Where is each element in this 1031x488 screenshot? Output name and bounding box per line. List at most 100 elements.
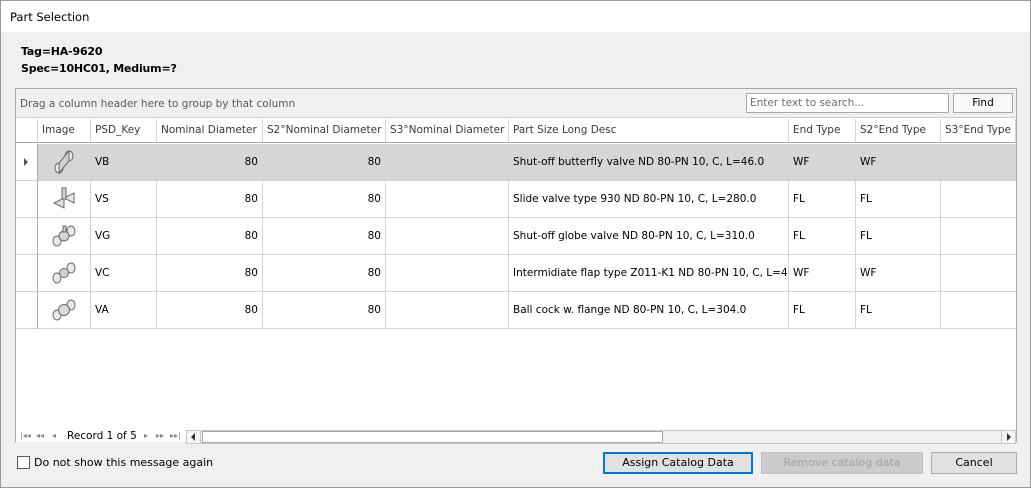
prev-record-icon[interactable]: ◂	[52, 430, 56, 442]
s2-end-type-cell: FL	[856, 218, 941, 255]
parts-grid: Drag a column header here to group by th…	[15, 88, 1017, 444]
next-page-icon[interactable]: ▸▸	[156, 430, 164, 442]
flap-valve-icon	[52, 262, 76, 284]
s2-nominal-diameter-cell: 80	[263, 255, 386, 292]
s3-nominal-diameter-cell	[386, 181, 509, 218]
column-header-psd-key[interactable]: PSD_Key	[91, 119, 157, 143]
tag-line: Tag=HA-9620	[21, 45, 103, 58]
group-panel[interactable]: Drag a column header here to group by th…	[16, 89, 1016, 118]
title-bar: Part Selection	[1, 1, 1030, 32]
ball-cock-icon	[52, 299, 76, 321]
end-type-cell: FL	[789, 181, 856, 218]
psd-key-cell: VG	[91, 218, 157, 255]
s2-end-type-cell: FL	[856, 292, 941, 329]
s3-end-type-cell	[941, 218, 1016, 255]
part-size-long-desc-cell: Shut-off globe valve ND 80-PN 10, C, L=3…	[509, 218, 789, 255]
last-record-icon[interactable]: ▸▸|	[170, 430, 181, 442]
psd-key-cell: VS	[91, 181, 157, 218]
current-row-arrow-icon	[24, 158, 28, 166]
next-record-icon[interactable]: ▸	[144, 430, 148, 442]
spec-line: Spec=10HC01, Medium=?	[21, 62, 177, 75]
s3-end-type-cell	[941, 181, 1016, 218]
part-size-long-desc-cell: Shut-off butterfly valve ND 80-PN 10, C,…	[509, 144, 789, 181]
butterfly-valve-icon	[54, 150, 74, 174]
search-input[interactable]	[746, 93, 949, 113]
nominal-diameter-cell: 80	[157, 292, 263, 329]
slide-valve-icon	[52, 187, 75, 209]
column-header-end-type[interactable]: End Type	[789, 119, 856, 143]
nominal-diameter-cell: 80	[157, 255, 263, 292]
horizontal-scrollbar[interactable]	[186, 430, 1016, 444]
psd-key-cell: VA	[91, 292, 157, 329]
s2-nominal-diameter-cell: 80	[263, 144, 386, 181]
part-size-long-desc-cell: Ball cock w. flange ND 80-PN 10, C, L=30…	[509, 292, 789, 329]
dialog-content: Tag=HA-9620 Spec=10HC01, Medium=? Drag a…	[1, 32, 1030, 487]
s2-nominal-diameter-cell: 80	[263, 218, 386, 255]
cancel-button[interactable]: Cancel	[931, 452, 1017, 474]
group-hint: Drag a column header here to group by th…	[20, 98, 296, 110]
record-counter: Record 1 of 5	[67, 430, 137, 442]
image-cell	[38, 255, 91, 292]
column-header-s2-end-type[interactable]: S2°End Type	[856, 119, 941, 143]
prev-page-icon[interactable]: ◂◂	[36, 430, 44, 442]
s2-nominal-diameter-cell: 80	[263, 292, 386, 329]
table-row[interactable]: VS 80 80 Slide valve type 930 ND 80-PN 1…	[16, 181, 1016, 218]
column-header-s3-nominal-diameter[interactable]: S3°Nominal Diameter	[386, 119, 509, 143]
s3-end-type-cell	[941, 144, 1016, 181]
scroll-left-icon	[191, 433, 195, 441]
scroll-thumb[interactable]	[202, 431, 663, 443]
remove-catalog-data-button[interactable]: Remove catalog data	[761, 452, 923, 474]
column-header-s2-nominal-diameter[interactable]: S2°Nominal Diameter	[263, 119, 386, 143]
nominal-diameter-cell: 80	[157, 218, 263, 255]
s3-nominal-diameter-cell	[386, 292, 509, 329]
s2-end-type-cell: FL	[856, 181, 941, 218]
image-cell	[38, 218, 91, 255]
psd-key-cell: VC	[91, 255, 157, 292]
s3-end-type-cell	[941, 255, 1016, 292]
end-type-cell: FL	[789, 292, 856, 329]
table-row[interactable]: VG 80 80 Shut-off globe valve ND 80-PN 1…	[16, 218, 1016, 255]
window-title: Part Selection	[10, 10, 90, 24]
scroll-left-button[interactable]	[187, 431, 201, 443]
image-cell	[38, 144, 91, 181]
s2-end-type-cell: WF	[856, 255, 941, 292]
end-type-cell: WF	[789, 255, 856, 292]
s3-nominal-diameter-cell	[386, 218, 509, 255]
scroll-right-button[interactable]	[1001, 431, 1015, 443]
nominal-diameter-cell: 80	[157, 181, 263, 218]
s2-nominal-diameter-cell: 80	[263, 181, 386, 218]
s3-end-type-cell	[941, 292, 1016, 329]
part-size-long-desc-cell: Intermidiate flap type Z011-K1 ND 80-PN …	[509, 255, 789, 292]
row-indicator	[16, 181, 38, 218]
image-cell	[38, 292, 91, 329]
s2-end-type-cell: WF	[856, 144, 941, 181]
column-header-image[interactable]: Image	[38, 119, 91, 143]
assign-catalog-data-button[interactable]: Assign Catalog Data	[603, 452, 753, 474]
globe-valve-icon	[52, 225, 76, 247]
end-type-cell: FL	[789, 218, 856, 255]
psd-key-cell: VB	[91, 144, 157, 181]
row-indicator	[16, 218, 38, 255]
scroll-right-icon	[1007, 433, 1011, 441]
part-size-long-desc-cell: Slide valve type 930 ND 80-PN 10, C, L=2…	[509, 181, 789, 218]
dont-show-label: Do not show this message again	[34, 456, 214, 469]
dont-show-checkbox[interactable]	[17, 456, 30, 469]
data-navigator: |◂◂ ◂◂ ◂ Record 1 of 5 ▸ ▸▸ ▸▸|	[16, 430, 1016, 444]
image-cell	[38, 181, 91, 218]
end-type-cell: WF	[789, 144, 856, 181]
first-record-icon[interactable]: |◂◂	[20, 430, 31, 442]
table-row[interactable]: VC 80 80 Intermidiate flap type Z011-K1 …	[16, 255, 1016, 292]
column-header-nominal-diameter[interactable]: Nominal Diameter	[157, 119, 263, 143]
table-row[interactable]: VB 80 80 Shut-off butterfly valve ND 80-…	[16, 144, 1016, 181]
row-indicator	[16, 292, 38, 329]
column-header-part-size-long-desc[interactable]: Part Size Long Desc	[509, 119, 789, 143]
find-button[interactable]: Find	[953, 93, 1013, 113]
row-indicator	[16, 255, 38, 292]
row-indicator-header	[16, 119, 38, 143]
s3-nominal-diameter-cell	[386, 144, 509, 181]
part-selection-dialog: Part Selection Tag=HA-9620 Spec=10HC01, …	[0, 0, 1031, 488]
nominal-diameter-cell: 80	[157, 144, 263, 181]
table-row[interactable]: VA 80 80 Ball cock w. flange ND 80-PN 10…	[16, 292, 1016, 329]
s3-nominal-diameter-cell	[386, 255, 509, 292]
column-header-s3-end-type[interactable]: S3°End Type	[941, 119, 1016, 143]
